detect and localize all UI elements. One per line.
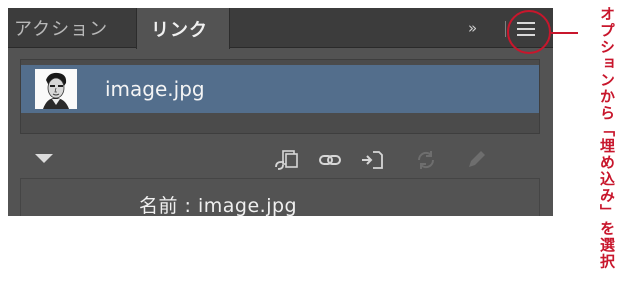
link-file-name: image.jpg bbox=[105, 77, 205, 101]
portrait-thumbnail bbox=[35, 69, 77, 109]
links-toolbar bbox=[8, 143, 553, 177]
link-info-panel: 名前 : image.jpg bbox=[20, 178, 540, 216]
links-list: image.jpg bbox=[20, 59, 540, 134]
double-chevron-right-icon[interactable]: » bbox=[468, 19, 492, 37]
tab-links-label: リンク bbox=[151, 19, 208, 41]
relink-icon[interactable] bbox=[318, 149, 342, 171]
go-to-link-icon[interactable] bbox=[360, 149, 384, 171]
tab-actions[interactable]: アクション bbox=[8, 8, 136, 48]
callout-circle bbox=[507, 10, 551, 54]
link-info-name: 名前 : image.jpg bbox=[139, 195, 298, 216]
links-panel: アクション リンク » image.jpg 名前: image.jpg bbox=[8, 8, 553, 216]
disclosure-triangle-icon[interactable] bbox=[35, 154, 53, 163]
tab-links[interactable]: リンク bbox=[136, 8, 230, 49]
portrait-thumbnail-art bbox=[35, 69, 77, 109]
update-link-icon bbox=[414, 149, 438, 171]
tab-actions-label: アクション bbox=[14, 19, 109, 40]
annotation-text: オプションから「埋め込み」を選択 bbox=[598, 6, 616, 270]
tab-divider bbox=[505, 21, 506, 37]
collapse-label: » bbox=[468, 19, 477, 37]
relink-from-library-icon[interactable] bbox=[274, 149, 298, 171]
callout-line bbox=[551, 32, 578, 34]
panel-tab-bar: アクション リンク » bbox=[8, 8, 553, 49]
list-item[interactable]: image.jpg bbox=[21, 65, 539, 113]
edit-original-icon bbox=[464, 149, 488, 171]
